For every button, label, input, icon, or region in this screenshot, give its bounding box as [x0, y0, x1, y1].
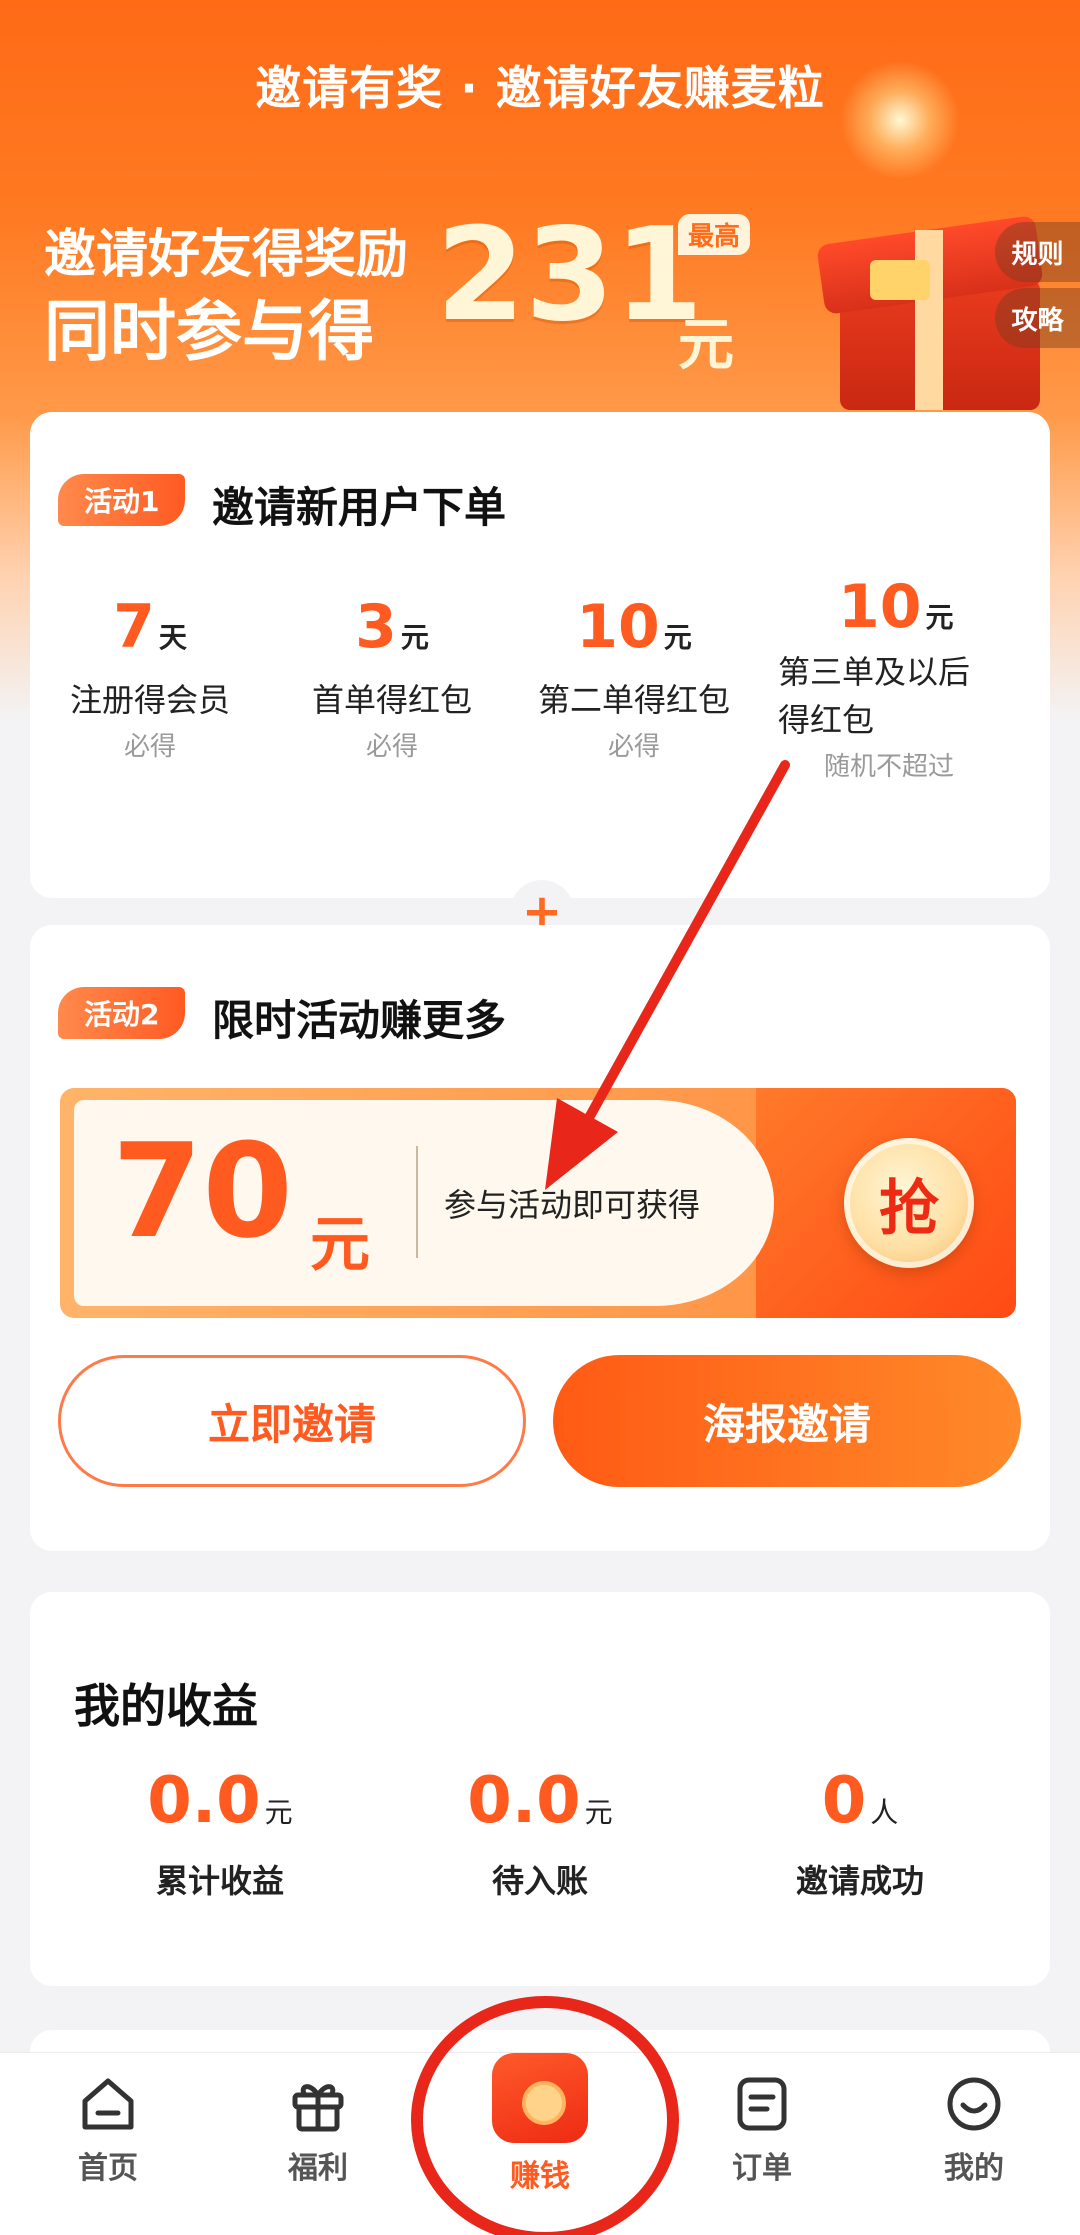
reward-label-line1: 第三单及以后	[778, 653, 971, 691]
coupon-description: 参与活动即可获得	[444, 1186, 701, 1224]
grab-button[interactable]: 抢	[844, 1138, 974, 1268]
order-icon	[737, 2077, 787, 2131]
home-icon	[82, 2078, 134, 2130]
activity1-title: 邀请新用户下单	[212, 483, 507, 532]
nav-orders[interactable]: 订单	[682, 2073, 842, 2187]
nav-label: 赚钱	[510, 2159, 570, 2194]
nav-earn[interactable]: 赚钱	[460, 2053, 620, 2195]
reward-label-line2: 得红包	[778, 701, 875, 739]
stat-unit: 元	[264, 1796, 293, 1829]
reward-sub: 必得	[607, 732, 660, 762]
nav-welfare[interactable]: 福利	[238, 2073, 398, 2187]
reward-unit: 元	[925, 601, 954, 634]
divider	[416, 1146, 418, 1258]
reward-unit: 元	[663, 621, 692, 654]
reward-sub: 必得	[365, 732, 418, 762]
reward-value: 3	[355, 592, 397, 662]
nav-label: 我的	[944, 2151, 1004, 2186]
rules-tab[interactable]: 规则	[995, 222, 1080, 282]
stat-invited: 0人 邀请成功	[700, 1764, 1020, 1902]
earnings-card: 我的收益 0.0 元 累计收益 0.0 元 待入账 0人 邀请成功	[30, 1592, 1050, 1986]
hero-headline-2: 同时参与得	[44, 293, 374, 370]
hero-max-amount: 231	[436, 201, 704, 350]
stat-label: 待入账	[491, 1862, 588, 1900]
page-title: 邀请有奖 · 邀请好友赚麦粒	[255, 61, 825, 115]
nav-label: 订单	[732, 2151, 792, 2186]
invite-now-button[interactable]: 立即邀请	[58, 1355, 526, 1487]
activity2-title: 限时活动赚更多	[212, 996, 507, 1045]
stat-value: 0.0	[467, 1764, 581, 1838]
reward-sub: 必得	[123, 732, 176, 762]
nav-label: 首页	[78, 2151, 138, 2186]
reward-label: 注册得会员	[69, 681, 230, 719]
guide-tab[interactable]: 攻略	[995, 288, 1080, 348]
earnings-title: 我的收益	[74, 1679, 258, 1733]
gift-icon	[292, 2084, 344, 2132]
stat-unit: 人	[870, 1796, 899, 1829]
reward-sub: 随机不超过	[824, 752, 955, 782]
stat-value: 0.0	[147, 1764, 261, 1838]
reward-unit: 元	[400, 621, 429, 654]
nav-home[interactable]: 首页	[28, 2073, 188, 2187]
activity2-tag: 活动2	[58, 987, 186, 1039]
reward-label: 第二单得红包	[537, 681, 730, 719]
reward-value: 7	[113, 592, 155, 662]
reward-value: 10	[576, 592, 660, 662]
activity1-tag: 活动1	[58, 474, 186, 526]
nav-label: 福利	[288, 2151, 348, 2186]
stat-label: 邀请成功	[795, 1862, 924, 1900]
reward-register: 7天 注册得会员 必得	[30, 592, 270, 763]
stat-label: 累计收益	[155, 1862, 284, 1900]
stat-unit: 元	[584, 1796, 613, 1829]
hero-headline-1: 邀请好友得奖励	[44, 225, 409, 285]
reward-unit: 天	[158, 621, 187, 654]
red-envelope-icon	[492, 2053, 588, 2143]
reward-first-order: 3元 首单得红包 必得	[272, 592, 512, 763]
reward-value: 10	[838, 572, 922, 642]
poster-invite-button[interactable]: 海报邀请	[553, 1355, 1021, 1487]
hero-amount-unit: 元	[678, 313, 734, 378]
activity2-card: 活动2 限时活动赚更多 70 元 参与活动即可获得 抢 立即邀请 海报邀请	[30, 925, 1050, 1551]
stat-value: 0	[821, 1764, 867, 1838]
stat-total-earnings: 0.0 元 累计收益	[60, 1764, 380, 1902]
stat-pending: 0.0 元 待入账	[380, 1764, 700, 1902]
bottom-nav: 首页 福利 赚钱 订单 我的	[0, 2052, 1080, 2235]
max-badge: 最高	[678, 214, 751, 255]
reward-second-order: 10 元 第二单得红包 必得	[514, 592, 754, 763]
coupon-amount: 70	[112, 1115, 293, 1267]
reward-coupon[interactable]: 70 元 参与活动即可获得 抢	[60, 1088, 1016, 1318]
activity1-card: 活动1 邀请新用户下单 7天 注册得会员 必得 3元 首单得红包 必得 10 元 …	[30, 412, 1050, 898]
reward-label: 首单得红包	[311, 681, 472, 719]
smile-icon	[947, 2077, 1001, 2131]
nav-mine[interactable]: 我的	[894, 2073, 1054, 2187]
reward-third-order: 10 元 第三单及以后 得红包 随机不超过	[778, 572, 1018, 783]
coupon-unit: 元	[310, 1210, 370, 1280]
